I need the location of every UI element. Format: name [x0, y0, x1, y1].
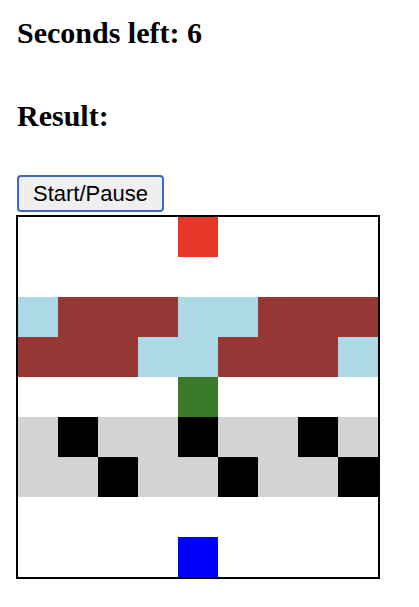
board-cell — [138, 417, 178, 457]
board-cell — [18, 337, 58, 377]
board-row — [18, 217, 378, 257]
board-cell — [98, 217, 138, 257]
board-cell — [138, 537, 178, 577]
board-cell — [218, 417, 258, 457]
board-row — [18, 377, 378, 417]
board-cell — [338, 417, 378, 457]
board-cell — [218, 377, 258, 417]
board-cell — [338, 377, 378, 417]
board-row — [18, 537, 378, 577]
board-cell — [338, 217, 378, 257]
board-cell — [18, 257, 58, 297]
board-cell — [338, 457, 378, 497]
board-row — [18, 417, 378, 457]
board-cell — [58, 457, 98, 497]
board-cell — [258, 377, 298, 417]
board-cell — [138, 337, 178, 377]
board-cell — [98, 537, 138, 577]
board-cell — [178, 377, 218, 417]
board-cell — [298, 337, 338, 377]
board-cell — [98, 417, 138, 457]
board-cell — [98, 297, 138, 337]
board-cell — [338, 337, 378, 377]
board-cell — [218, 257, 258, 297]
board-cell — [18, 457, 58, 497]
board-row — [18, 297, 378, 337]
board-row — [18, 457, 378, 497]
board-cell — [138, 497, 178, 537]
board-cell — [178, 217, 218, 257]
board-cell — [258, 337, 298, 377]
board-cell — [178, 257, 218, 297]
board-cell — [98, 377, 138, 417]
board-cell — [258, 417, 298, 457]
board-cell — [258, 297, 298, 337]
board-cell — [218, 497, 258, 537]
board-cell — [58, 497, 98, 537]
board-cell — [298, 457, 338, 497]
game-board — [16, 215, 380, 579]
board-cell — [98, 337, 138, 377]
board-cell — [58, 537, 98, 577]
start-pause-button[interactable]: Start/Pause — [17, 175, 164, 212]
board-cell — [18, 377, 58, 417]
board-cell — [18, 417, 58, 457]
board-cell — [58, 297, 98, 337]
board-cell — [58, 377, 98, 417]
board-cell — [138, 257, 178, 297]
board-cell — [18, 297, 58, 337]
board-cell — [218, 337, 258, 377]
board-cell — [218, 297, 258, 337]
board-cell — [18, 537, 58, 577]
board-cell — [218, 537, 258, 577]
board-cell — [338, 257, 378, 297]
board-cell — [98, 497, 138, 537]
board-cell — [298, 377, 338, 417]
board-cell — [258, 497, 298, 537]
board-row — [18, 337, 378, 377]
board-cell — [258, 537, 298, 577]
board-row — [18, 497, 378, 537]
board-cell — [258, 257, 298, 297]
board-cell — [298, 537, 338, 577]
board-cell — [18, 217, 58, 257]
board-cell — [178, 537, 218, 577]
board-cell — [178, 497, 218, 537]
board-cell — [98, 257, 138, 297]
board-cell — [58, 337, 98, 377]
board-cell — [18, 497, 58, 537]
board-cell — [298, 297, 338, 337]
board-row — [18, 257, 378, 297]
board-cell — [138, 377, 178, 417]
board-cell — [258, 457, 298, 497]
board-cell — [298, 417, 338, 457]
board-cell — [98, 457, 138, 497]
board-cell — [338, 537, 378, 577]
board-cell — [178, 337, 218, 377]
board-cell — [178, 457, 218, 497]
board-cell — [298, 497, 338, 537]
timer-heading: Seconds left: 6 — [16, 14, 202, 52]
board-cell — [178, 297, 218, 337]
board-cell — [138, 457, 178, 497]
board-cell — [258, 217, 298, 257]
board-cell — [218, 457, 258, 497]
board-cell — [58, 417, 98, 457]
board-cell — [138, 297, 178, 337]
board-cell — [298, 217, 338, 257]
board-cell — [298, 257, 338, 297]
board-cell — [338, 297, 378, 337]
board-cell — [178, 417, 218, 457]
board-cell — [58, 217, 98, 257]
board-cell — [138, 217, 178, 257]
board-cell — [218, 217, 258, 257]
board-cell — [58, 257, 98, 297]
result-heading: Result: — [16, 97, 109, 135]
board-cell — [338, 497, 378, 537]
